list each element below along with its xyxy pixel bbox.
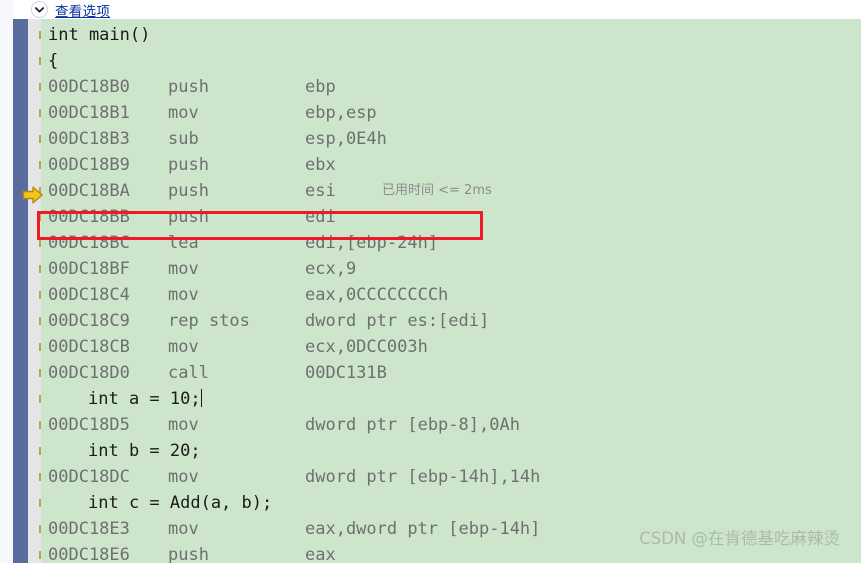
instruction-operands: ecx,9 [305, 259, 357, 279]
csdn-watermark: CSDN @在肯德基吃麻辣烫 [639, 529, 840, 548]
source-row[interactable]: int a = 10; [41, 386, 202, 412]
chevron-down-icon[interactable] [31, 1, 48, 18]
source-row[interactable]: int c = Add(a, b); [41, 490, 272, 516]
instruction-address: 00DC18B1 [48, 103, 130, 123]
gutter-tick [39, 83, 41, 91]
source-text: { [48, 51, 59, 71]
instruction-mnemonic: mov [168, 285, 199, 305]
gutter-tick [39, 551, 41, 559]
source-row[interactable]: int b = 20; [41, 438, 201, 464]
source-text: int a = 10; [88, 389, 201, 409]
instruction-address: 00DC18C4 [48, 285, 130, 305]
instruction-address: 00DC18BA [48, 181, 130, 201]
instruction-mnemonic: push [168, 207, 209, 227]
breakpoint-margin-bar[interactable] [13, 19, 28, 563]
header-left-strip [0, 0, 13, 19]
gutter-tick [39, 265, 41, 273]
gutter-tick [39, 31, 41, 39]
instruction-mnemonic: rep stos [168, 311, 250, 331]
instruction-mnemonic: mov [168, 415, 199, 435]
instruction-address: 00DC18DC [48, 467, 130, 487]
source-row[interactable]: { [41, 48, 58, 74]
instruction-mnemonic: call [168, 363, 209, 383]
instruction-address: 00DC18D5 [48, 415, 130, 435]
instruction-address: 00DC18BB [48, 207, 130, 227]
instruction-operands: edi,[ebp-24h] [305, 233, 439, 253]
gutter-tick [39, 57, 41, 65]
source-text: int b = 20; [88, 441, 201, 461]
gutter-tick [39, 291, 41, 299]
instruction-operands: dword ptr [ebp-8],0Ah [305, 415, 520, 435]
gutter-tick [39, 343, 41, 351]
header-bar-strip [13, 0, 28, 19]
gutter-tick [39, 161, 41, 169]
instruction-mnemonic: mov [168, 337, 199, 357]
instruction-operands: ecx,0DCC003h [305, 337, 428, 357]
source-row[interactable]: int main() [41, 22, 150, 48]
view-options-header: 查看选项 [0, 0, 861, 20]
instruction-mnemonic: push [168, 77, 209, 97]
instruction-operands: esp,0E4h [305, 129, 387, 149]
instruction-mnemonic: push [168, 181, 209, 201]
gutter-tick [39, 317, 41, 325]
instruction-operands: eax [305, 545, 336, 563]
gutter-tick [39, 239, 41, 247]
instruction-mnemonic: mov [168, 259, 199, 279]
instruction-operands: ebx [305, 155, 336, 175]
instruction-mnemonic: mov [168, 519, 199, 539]
instruction-mnemonic: lea [168, 233, 199, 253]
instruction-mnemonic: push [168, 545, 209, 563]
instruction-address: 00DC18B9 [48, 155, 130, 175]
source-text: int c = Add(a, b); [88, 493, 273, 513]
gutter-tick [39, 473, 41, 481]
instruction-operands: dword ptr [ebp-14h],14h [305, 467, 541, 487]
instruction-address: 00DC18CB [48, 337, 130, 357]
instruction-address: 00DC18B3 [48, 129, 130, 149]
instruction-operands: eax,0CCCCCCCCh [305, 285, 449, 305]
elapsed-time-label: 已用时间 <= 2ms [382, 183, 492, 198]
instruction-address: 00DC18D0 [48, 363, 130, 383]
instruction-operands: ebp [305, 77, 336, 97]
instruction-address: 00DC18BF [48, 259, 130, 279]
instruction-operands: dword ptr es:[edi] [305, 311, 490, 331]
instruction-operands: esi [305, 181, 336, 201]
disassembly-view: 查看选项 int main() {00DC18B0 push ebp 00DC18B1 m… [0, 0, 861, 563]
instruction-address: 00DC18B0 [48, 77, 130, 97]
instruction-mnemonic: push [168, 155, 209, 175]
code-listing[interactable]: int main() {00DC18B0 push ebp 00DC18B1 mov ebp… [41, 19, 861, 563]
instruction-address: 00DC18E3 [48, 519, 130, 539]
gutter-tick [39, 369, 41, 377]
instruction-address: 00DC18E6 [48, 545, 130, 563]
window-left-margin [0, 19, 13, 563]
instruction-address: 00DC18C9 [48, 311, 130, 331]
execution-pointer-arrow-icon [22, 185, 44, 205]
gutter-tick [39, 213, 41, 221]
instruction-operands: ebp,esp [305, 103, 377, 123]
gutter-tick [39, 447, 41, 455]
instruction-operands: edi [305, 207, 336, 227]
source-text: int main() [48, 25, 151, 45]
instruction-mnemonic: mov [168, 103, 199, 123]
gutter-tick [39, 135, 41, 143]
gutter-tick [39, 109, 41, 117]
gutter-tick [39, 525, 41, 533]
gutter-tick [39, 499, 41, 507]
instruction-operands: 00DC131B [305, 363, 387, 383]
gutter-tick [39, 395, 41, 403]
instruction-mnemonic: mov [168, 467, 199, 487]
instruction-address: 00DC18BC [48, 233, 130, 253]
gutter-tick [39, 421, 41, 429]
view-options-link[interactable]: 查看选项 [55, 0, 110, 20]
instruction-mnemonic: sub [168, 129, 199, 149]
instruction-operands: eax,dword ptr [ebp-14h] [305, 519, 541, 539]
text-caret [200, 389, 202, 407]
